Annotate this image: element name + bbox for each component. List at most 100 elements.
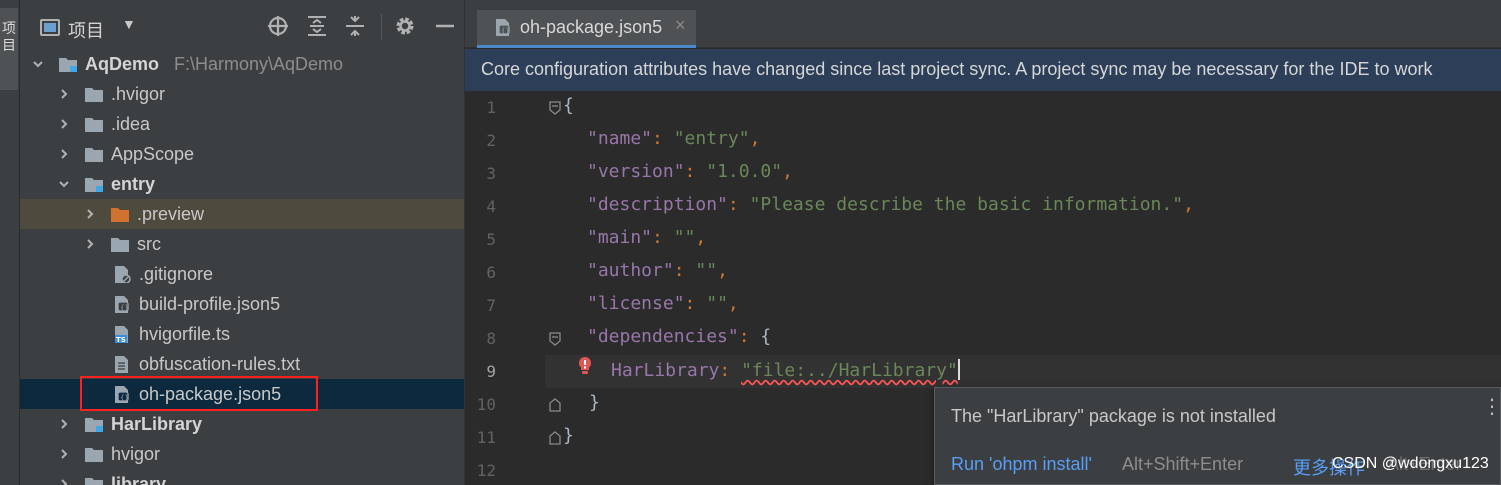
tree-item-idea[interactable]: .idea	[20, 109, 464, 139]
collapse-all-icon[interactable]	[343, 14, 367, 38]
project-tool-window-tab[interactable]: 项目	[0, 8, 18, 90]
folder-icon	[84, 86, 104, 103]
tree-item-build-profile[interactable]: {} build-profile.json5	[20, 289, 464, 319]
more-options-icon[interactable]: ⋮	[1482, 397, 1501, 417]
code-punctuation: ,	[782, 161, 793, 182]
tree-item-entry[interactable]: entry	[20, 169, 464, 199]
json-key: "name"	[587, 128, 653, 149]
json-value: {	[760, 326, 772, 347]
line-number: 7	[486, 296, 496, 315]
text-file-icon	[112, 356, 132, 373]
tree-item-label: build-profile.json5	[139, 294, 281, 314]
tree-item-preview[interactable]: .preview	[20, 199, 464, 229]
editor-tab-bar: {} oh-package.json5 ×	[465, 0, 1501, 48]
error-bulb-icon[interactable]	[575, 356, 595, 376]
json-value: ""	[706, 293, 728, 314]
chevron-right-icon[interactable]	[84, 238, 96, 250]
json-key: "main"	[587, 227, 653, 248]
locate-icon[interactable]	[266, 14, 290, 38]
module-folder-icon	[84, 416, 104, 433]
tree-item-harlibrary[interactable]: HarLibrary	[20, 409, 464, 439]
watermark: CSDN @wdongxu123	[1332, 455, 1489, 472]
line-number: 9	[486, 362, 496, 381]
chevron-down-icon[interactable]	[58, 178, 70, 190]
tool-window-strip: 项目	[0, 0, 20, 485]
close-icon[interactable]: ×	[675, 15, 686, 36]
module-folder-icon	[84, 176, 104, 193]
popup-message: The "HarLibrary" package is not installe…	[951, 406, 1276, 426]
tree-item-label: entry	[111, 174, 156, 194]
tree-item-hvigorfile[interactable]: TS hvigorfile.ts	[20, 319, 464, 349]
code-punctuation: :	[727, 194, 750, 215]
code-line: "license": "",	[587, 293, 739, 314]
json-key: "author"	[587, 260, 674, 281]
chevron-right-icon[interactable]	[58, 88, 70, 100]
code-line: "name": "entry",	[587, 128, 760, 149]
json5-file-icon: {}	[112, 296, 132, 313]
project-panel-header: 项目 ▼	[20, 0, 464, 44]
code-punctuation: :	[673, 260, 696, 281]
header-divider	[381, 14, 382, 40]
line-number: 5	[486, 230, 496, 249]
code-punctuation: :	[719, 360, 742, 381]
tree-item-obfuscation-rules[interactable]: obfuscation-rules.txt	[20, 349, 464, 379]
project-panel-title: 项目	[68, 21, 104, 41]
fold-marker-icon[interactable]	[549, 398, 561, 412]
gear-icon[interactable]	[393, 14, 417, 38]
project-view-icon	[40, 19, 60, 36]
line-number: 1	[486, 98, 496, 117]
chevron-right-icon[interactable]	[58, 448, 70, 460]
tree-item-label: src	[137, 234, 161, 254]
folder-icon	[84, 116, 104, 133]
tab-oh-package-json5[interactable]: {} oh-package.json5 ×	[477, 10, 696, 48]
sync-notification-banner: Core configuration attributes have chang…	[465, 49, 1501, 91]
module-folder-icon	[84, 476, 104, 485]
line-number-gutter: 1 2 3 4 5 6 7 8 9 10 11 12	[465, 91, 561, 485]
line-number: 12	[476, 461, 496, 480]
tree-item-hvigor-dot[interactable]: .hvigor	[20, 79, 464, 109]
fold-marker-icon[interactable]	[549, 431, 561, 445]
chevron-right-icon[interactable]	[58, 478, 70, 485]
chevron-down-icon[interactable]: ▼	[122, 16, 136, 32]
tree-item-hvigor[interactable]: hvigor	[20, 439, 464, 469]
fold-marker-icon[interactable]	[549, 332, 561, 346]
json-value: "Please describe the basic information."	[749, 194, 1184, 215]
tree-item-library[interactable]: library	[20, 469, 464, 485]
svg-text:TS: TS	[116, 336, 126, 343]
line-number: 11	[476, 428, 496, 447]
tree-item-label: .preview	[137, 204, 205, 224]
code-brace: {	[563, 95, 574, 116]
tree-item-aqdemo[interactable]: AqDemo F:\Harmony\AqDemo	[20, 49, 464, 79]
minimize-icon[interactable]	[433, 14, 457, 38]
ts-file-icon: TS	[112, 326, 132, 343]
tree-item-label: AppScope	[111, 144, 195, 164]
json5-file-icon: {}	[493, 19, 513, 36]
chevron-right-icon[interactable]	[58, 148, 70, 160]
json-key: "version"	[587, 161, 685, 182]
tree-item-src[interactable]: src	[20, 229, 464, 259]
tree-item-label: obfuscation-rules.txt	[139, 354, 301, 374]
tree-item-label: .gitignore	[139, 264, 214, 284]
code-punctuation: ,	[1183, 194, 1194, 215]
chevron-right-icon[interactable]	[58, 118, 70, 130]
fold-marker-icon[interactable]	[549, 101, 561, 115]
chevron-down-icon[interactable]	[32, 58, 44, 70]
module-folder-icon	[58, 56, 78, 73]
annotation-highlight-box	[80, 376, 318, 411]
json-value: ""	[695, 260, 718, 281]
chevron-right-icon[interactable]	[58, 418, 70, 430]
ignore-file-icon	[112, 266, 132, 283]
code-line: "description": "Please describe the basi…	[587, 194, 1194, 215]
run-ohpm-install-link[interactable]: Run 'ohpm install'	[951, 454, 1092, 475]
project-panel: 项目 ▼ AqDemo F:\Harmony\AqDemo .hvigor .i…	[20, 0, 465, 485]
line-number: 4	[486, 197, 496, 216]
tree-item-appscope[interactable]: AppScope	[20, 139, 464, 169]
json-key: HarLibrary	[611, 360, 720, 381]
chevron-right-icon[interactable]	[84, 208, 96, 220]
tree-item-gitignore[interactable]: .gitignore	[20, 259, 464, 289]
json-key: "license"	[587, 293, 685, 314]
folder-icon	[84, 146, 104, 163]
expand-all-icon[interactable]	[305, 14, 329, 38]
code-line: "author": "",	[587, 260, 728, 281]
tree-item-label: .hvigor	[111, 84, 166, 104]
